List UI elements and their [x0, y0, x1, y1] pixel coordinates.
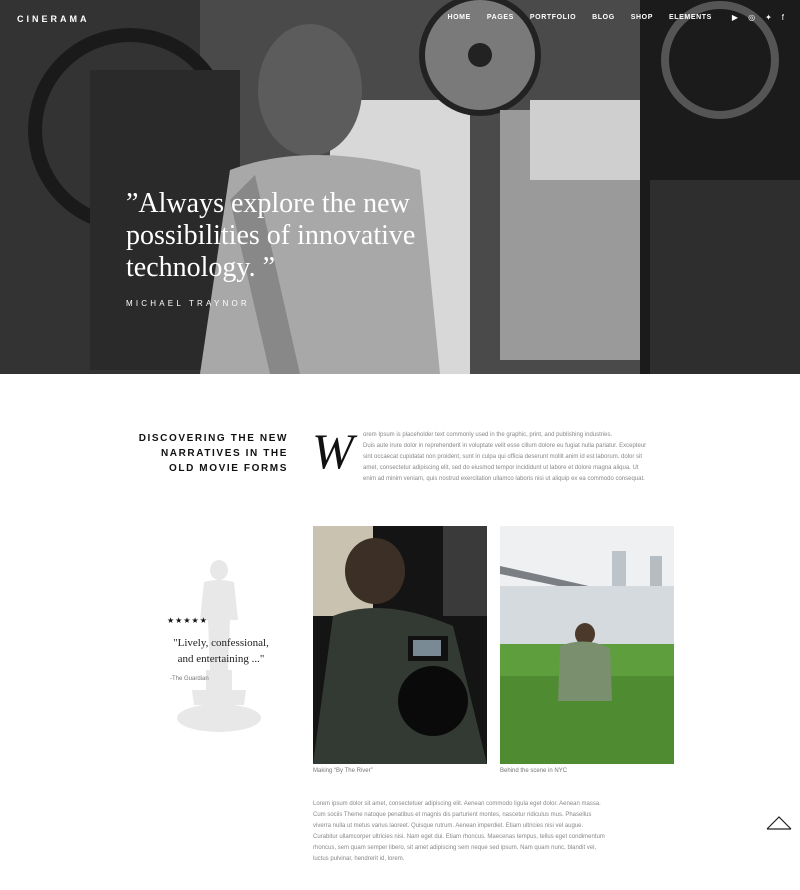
- site-logo[interactable]: CINERAMA: [17, 14, 90, 24]
- photo-caption-2: Behind the scene in NYC: [500, 768, 568, 774]
- facebook-icon[interactable]: f: [782, 13, 784, 22]
- body-paragraph: Lorem ipsum dolor sit amet, consectetuer…: [313, 801, 605, 862]
- hero-banner: CINERAMA HOME PAGES PORTFOLIO BLOG SHOP …: [0, 0, 800, 374]
- hero-photo: [0, 0, 800, 374]
- nav-portfolio[interactable]: PORTFOLIO: [530, 14, 576, 21]
- photo-making-by-the-river[interactable]: [313, 526, 487, 764]
- social-links: ▶ ◎ ✦ f: [732, 13, 784, 22]
- nav-home[interactable]: HOME: [447, 14, 470, 21]
- hero-quote: ”Always explore the new possibilities of…: [126, 188, 416, 283]
- photo-behind-the-scene-nyc[interactable]: [500, 526, 674, 764]
- nav-elements[interactable]: ELEMENTS: [669, 14, 712, 21]
- rating-stars: ★★★★★: [167, 616, 208, 625]
- review-quote: "Lively, confessional, and entertaining …: [173, 637, 269, 665]
- nav-pages[interactable]: PAGES: [487, 14, 514, 21]
- intro-paragraph: orem Ipsum is placeholder text commonly …: [313, 430, 647, 485]
- photo-caption-1: Making “By The River”: [313, 768, 373, 774]
- instagram-icon[interactable]: ◎: [748, 13, 755, 22]
- nav-blog[interactable]: BLOG: [592, 14, 615, 21]
- intro-first-line: orem Ipsum is placeholder text commonly …: [363, 432, 613, 438]
- hero-quote-author: MICHAEL TRAYNOR: [126, 299, 250, 308]
- main-nav: HOME PAGES PORTFOLIO BLOG SHOP ELEMENTS …: [447, 13, 784, 22]
- nav-shop[interactable]: SHOP: [631, 14, 653, 21]
- intro-body: Duis aute irure dolor in reprehenderit i…: [363, 443, 647, 482]
- youtube-icon[interactable]: ▶: [732, 13, 738, 22]
- review-source: -The Guardian: [170, 676, 209, 682]
- section-heading: DISCOVERING THE NEW NARRATIVES IN THE OL…: [138, 433, 288, 474]
- twitter-icon[interactable]: ✦: [765, 13, 772, 22]
- back-to-top-icon[interactable]: [766, 816, 792, 830]
